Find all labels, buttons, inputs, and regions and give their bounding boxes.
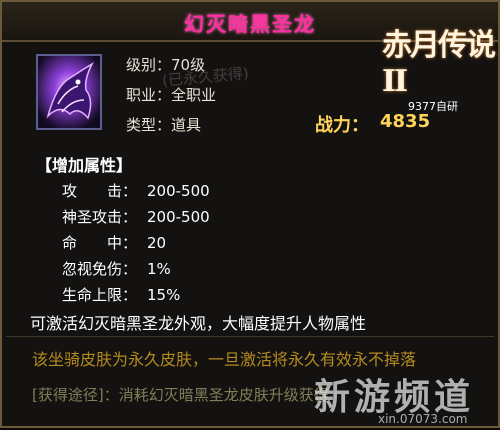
attribute-row: 忽视免伤： 1% <box>62 258 171 279</box>
divider <box>6 336 494 337</box>
attribute-value: 1% <box>147 260 171 278</box>
attribute-name: 生命上限： <box>62 286 138 304</box>
game-logo: 赤月传说II 9377自研 <box>382 20 496 113</box>
item-class: 职业：全职业 <box>126 86 217 104</box>
item-type: 类型：道具 <box>126 116 202 134</box>
item-description: 可激活幻灭暗黑圣龙外观，大幅度提升人物属性 <box>30 314 367 333</box>
attribute-row: 命 中： 20 <box>62 232 166 253</box>
power-value: 4835 <box>380 111 431 132</box>
attribute-name: 神圣攻击： <box>62 208 138 226</box>
permanent-note: 该坐骑皮肤为永久皮肤，一旦激活将永久有效永不掉落 <box>32 350 417 369</box>
attribute-row: 生命上限： 15% <box>62 284 180 305</box>
watermark-url: xin.07073.com <box>378 412 468 426</box>
attributes-heading: 【增加属性】 <box>36 156 133 175</box>
attribute-row: 攻 击： 200-500 <box>62 180 210 201</box>
attribute-name: 命 中： <box>62 234 138 252</box>
logo-title: 赤月传说II <box>382 28 496 99</box>
dragon-icon <box>38 56 100 128</box>
item-level: 级别：70级 <box>126 56 206 74</box>
attribute-value: 20 <box>147 234 167 252</box>
attribute-name: 攻 击： <box>62 182 138 200</box>
item-tooltip: 幻灭暗黑圣龙 (已永久获得) 级别：70级 职业：全职业 类型：道具 战力： 4… <box>0 0 500 428</box>
attribute-row: 神圣攻击： 200-500 <box>62 206 210 227</box>
attribute-value: 15% <box>147 286 181 304</box>
site-watermark: 新游频道 xin.07073.com <box>314 368 500 430</box>
item-icon <box>36 54 102 130</box>
attribute-value: 200-500 <box>147 208 210 226</box>
attribute-value: 200-500 <box>147 182 210 200</box>
acquisition-source: [获得途径]：消耗幻灭暗黑圣龙皮肤升级获得 <box>32 386 329 404</box>
logo-subtitle: 9377自研 <box>408 100 458 113</box>
attribute-name: 忽视免伤： <box>62 260 138 278</box>
power-label: 战力： <box>315 115 369 136</box>
